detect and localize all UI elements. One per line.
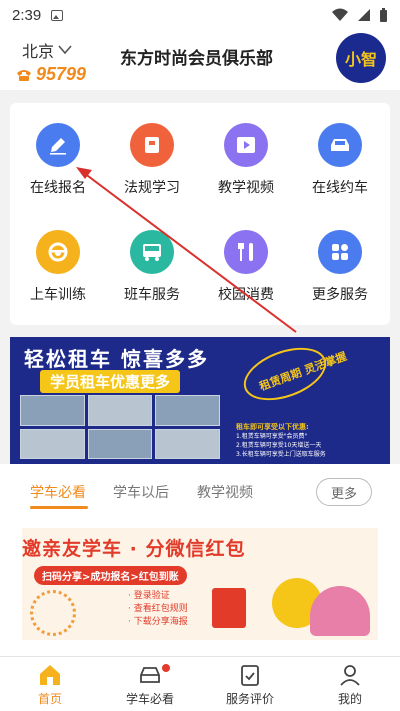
hotline[interactable]: 95799 [16,64,86,85]
menu-item-book-car[interactable]: 在线约车 [295,123,385,223]
red-envelope-icon [212,588,246,628]
tab-teaching-video[interactable]: 教学视频 [197,482,253,502]
chevron-down-icon [58,45,72,55]
hotline-number: 95799 [36,64,87,84]
more-button[interactable]: 更多 [316,478,372,506]
video-icon [224,123,268,167]
status-time: 2:39 [12,6,42,24]
nav-service-review[interactable]: 服务评价 [200,663,300,707]
wifi-icon [332,8,348,21]
grid-icon [318,230,362,274]
menu-item-law-study[interactable]: 法规学习 [107,123,197,223]
menu-label: 在线报名 [30,180,86,196]
banner-info: 租车即可享受以下优惠: 1.租赁车辆可享受"会员费" 2.租赁车辆可享受10天增… [236,423,326,458]
people-illustration [310,586,370,636]
nav-must-see[interactable]: 学车必看 [100,663,200,707]
referral-title: 邀亲友学车 · 分微信红包 [22,538,246,560]
nav-mine[interactable]: 我的 [300,663,400,707]
menu-label: 在线约车 [312,180,368,196]
signal-icon [358,9,370,21]
image-notification-icon [51,9,64,21]
menu-item-campus-spending[interactable]: 校园消费 [201,230,291,330]
steering-wheel-icon [36,230,80,274]
bus-icon [130,230,174,274]
status-bar: 2:39 [0,0,400,30]
nav-label: 学车必看 [125,692,174,706]
menu-item-online-signup[interactable]: 在线报名 [13,123,103,223]
page-title: 东方时尚会员俱乐部 [120,49,273,69]
menu-label: 班车服务 [124,287,180,303]
banner-title: 轻松租车 惊喜多多 [24,347,209,371]
menu-label: 更多服务 [312,287,368,303]
service-menu: 在线报名 法规学习 教学视频 在线约车 上车训练 班车服务 校园消费 更多服务 [10,103,390,325]
city-selector[interactable]: 北京 [22,38,72,62]
city-label: 北京 [22,42,55,61]
banner-subtitle: 学员租车优惠更多 [40,370,181,393]
app-header: 北京 95799 东方时尚会员俱乐部 小智 [0,30,400,90]
referral-steps-pill: 扫码分享>成功报名>红包到账 [34,566,187,585]
phone-icon [17,69,31,81]
referral-banner[interactable]: 邀亲友学车 · 分微信红包 扫码分享>成功报名>红包到账 · 登录验证 · 查看… [22,528,378,640]
car-rental-banner[interactable]: 轻松租车 惊喜多多 学员租车优惠更多 租赁周期 灵活掌握 租车即可享受以下优惠:… [10,337,390,464]
menu-item-shuttle-bus[interactable]: 班车服务 [107,230,197,330]
nav-label: 服务评价 [225,692,274,706]
assistant-avatar[interactable]: 小智 [336,33,386,83]
menu-item-teaching-video[interactable]: 教学视频 [201,123,291,223]
referral-steps: · 登录验证 · 查看红包规则 · 下载分享海报 [128,591,188,627]
book-icon [130,123,174,167]
home-icon [40,665,60,685]
car-icon [140,667,160,683]
menu-label: 法规学习 [124,180,180,196]
menu-label: 教学视频 [218,180,274,196]
menu-item-more-services[interactable]: 更多服务 [295,230,385,330]
tab-after-learning[interactable]: 学车以后 [113,482,169,502]
tab-must-see[interactable]: 学车必看 [30,482,86,502]
menu-item-driving-training[interactable]: 上车训练 [13,230,103,330]
battery-icon [380,7,387,22]
nav-label: 首页 [37,692,62,706]
car-photos [20,395,220,459]
clipboard-icon [241,665,259,686]
active-tab-indicator [30,506,88,509]
nav-label: 我的 [337,692,362,706]
notification-dot [162,664,170,672]
car-icon [318,123,362,167]
bottom-navigation: 首页 学车必看 服务评价 我的 [0,656,400,711]
article-list: 邀亲友学车 · 分微信红包 扫码分享>成功报名>红包到账 · 登录验证 · 查看… [0,516,400,656]
menu-label: 校园消费 [218,287,274,303]
user-icon [340,665,360,686]
menu-label: 上车训练 [30,287,86,303]
qr-code-icon [30,590,76,636]
cutlery-icon [224,230,268,274]
edit-icon [36,123,80,167]
nav-home[interactable]: 首页 [0,663,100,707]
article-tabs: 学车必看 学车以后 教学视频 更多 [0,464,400,516]
